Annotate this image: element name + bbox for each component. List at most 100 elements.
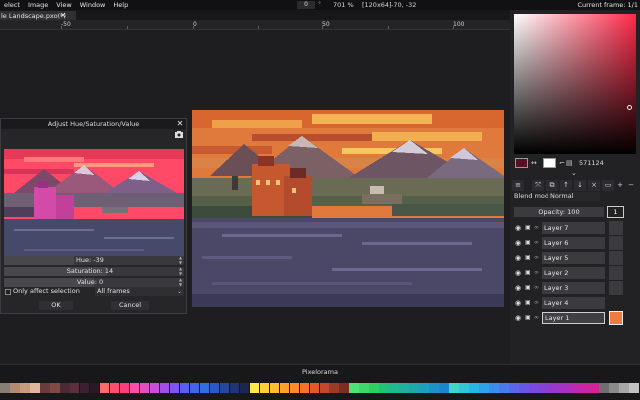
- visibility-icon[interactable]: ◉: [515, 224, 523, 232]
- move-down-icon[interactable]: ↓: [574, 180, 586, 191]
- visibility-icon[interactable]: ◉: [515, 284, 523, 292]
- palette-swatch[interactable]: [229, 383, 240, 393]
- palette-swatch[interactable]: [389, 383, 399, 393]
- layer-cel-thumbnail[interactable]: [609, 221, 623, 235]
- visibility-icon[interactable]: ◉: [515, 299, 523, 307]
- layer-cel-thumbnail[interactable]: [609, 266, 623, 280]
- palette-swatch[interactable]: [549, 383, 559, 393]
- palette-swatch[interactable]: [0, 383, 10, 393]
- palette-swatch[interactable]: [189, 383, 200, 393]
- only-affect-selection-checkbox[interactable]: [5, 289, 11, 295]
- link-icon[interactable]: ∞: [534, 239, 542, 247]
- menu-select[interactable]: elect: [0, 0, 24, 10]
- lock-icon[interactable]: ▣: [525, 224, 533, 232]
- palette-swatch[interactable]: [599, 383, 609, 393]
- hue-slider[interactable]: Hue: -39 ▲ ▼: [4, 255, 184, 265]
- palette-swatch[interactable]: [289, 383, 300, 393]
- hue-spin-icon[interactable]: ▲ ▼: [178, 255, 183, 265]
- blend-mode-select[interactable]: Normal: [548, 192, 600, 201]
- palette-swatch[interactable]: [179, 383, 190, 393]
- layer-cel-thumbnail[interactable]: [609, 311, 623, 325]
- layer-cel-thumbnail[interactable]: [609, 296, 623, 310]
- palette-swatch[interactable]: [359, 383, 370, 393]
- dialog-close-icon[interactable]: ✕: [175, 119, 185, 129]
- frame-number-header[interactable]: 1: [607, 206, 624, 218]
- rotation-input[interactable]: 0: [297, 1, 315, 9]
- tab-landscape[interactable]: le Landscape.pxo(*) ✕: [0, 11, 76, 20]
- layer-name[interactable]: Layer 5: [542, 252, 605, 264]
- link-icon[interactable]: ∞: [534, 284, 542, 292]
- link-icon[interactable]: ∞: [534, 299, 542, 307]
- palette-swatch[interactable]: [529, 383, 539, 393]
- palette-swatch[interactable]: [29, 383, 40, 393]
- layer-cel-thumbnail[interactable]: [609, 236, 623, 250]
- palette-swatch[interactable]: [619, 383, 629, 393]
- link-icon[interactable]: ∞: [534, 269, 542, 277]
- palette-swatch[interactable]: [309, 383, 320, 393]
- hex-value[interactable]: 571124: [579, 158, 604, 168]
- palette-swatch[interactable]: [9, 383, 20, 393]
- menu-image[interactable]: Image: [24, 0, 52, 10]
- frame-tools-icon[interactable]: ▭: [602, 180, 614, 191]
- palette-swatch[interactable]: [469, 383, 479, 393]
- palette-swatch[interactable]: [49, 383, 60, 393]
- palette-swatch[interactable]: [519, 383, 529, 393]
- color-mode-icon[interactable]: ▤: [566, 158, 573, 168]
- layer-name[interactable]: Layer 3: [542, 282, 605, 294]
- lock-icon[interactable]: ▣: [525, 254, 533, 262]
- menu-help[interactable]: Help: [109, 0, 132, 10]
- tab-close-icon[interactable]: ✕: [59, 11, 67, 20]
- ok-button[interactable]: OK: [39, 301, 73, 310]
- palette-swatch[interactable]: [219, 383, 230, 393]
- palette-swatch[interactable]: [59, 383, 70, 393]
- palette-swatch[interactable]: [419, 383, 429, 393]
- palette-swatch[interactable]: [349, 383, 360, 393]
- secondary-color-swatch[interactable]: [543, 158, 556, 168]
- palette-swatch[interactable]: [369, 383, 380, 393]
- layer-name[interactable]: Layer 1: [542, 312, 605, 324]
- saturation-spin-icon[interactable]: ▲ ▼: [178, 266, 183, 276]
- layer-row[interactable]: ◉ ▣ ∞ Layer 3: [514, 281, 636, 295]
- palette-swatch[interactable]: [159, 383, 170, 393]
- eyedropper-icon[interactable]: ⌐: [559, 158, 565, 168]
- layer-name[interactable]: Layer 4: [542, 297, 605, 309]
- visibility-icon[interactable]: ◉: [515, 269, 523, 277]
- palette-swatch[interactable]: [259, 383, 270, 393]
- palette-swatch[interactable]: [609, 383, 619, 393]
- palette-swatch[interactable]: [19, 383, 30, 393]
- layer-row[interactable]: ◉ ▣ ∞ Layer 7: [514, 221, 636, 235]
- lock-icon[interactable]: ▣: [525, 314, 533, 322]
- palette-swatch[interactable]: [129, 383, 140, 393]
- layer-row[interactable]: ◉ ▣ ∞ Layer 4: [514, 296, 636, 310]
- palette-swatch[interactable]: [239, 383, 250, 393]
- palette-swatch[interactable]: [249, 383, 260, 393]
- palette-swatch[interactable]: [579, 383, 589, 393]
- palette-swatch[interactable]: [109, 383, 120, 393]
- palette-swatch[interactable]: [569, 383, 579, 393]
- palette-swatch[interactable]: [629, 383, 639, 393]
- layer-name[interactable]: Layer 2: [542, 267, 605, 279]
- swap-colors-icon[interactable]: ↔: [531, 158, 537, 168]
- palette-swatch[interactable]: [99, 383, 110, 393]
- value-spin-icon[interactable]: ▲ ▼: [178, 277, 183, 287]
- palette-swatch[interactable]: [329, 383, 340, 393]
- visibility-icon[interactable]: ◉: [515, 254, 523, 262]
- palette-swatch[interactable]: [149, 383, 160, 393]
- palette-swatch[interactable]: [199, 383, 210, 393]
- palette-swatch[interactable]: [379, 383, 389, 393]
- link-icon[interactable]: ∞: [534, 224, 542, 232]
- opacity-slider[interactable]: Opacity: 100: [514, 207, 604, 217]
- layer-cel-thumbnail[interactable]: [609, 251, 623, 265]
- cancel-button[interactable]: Cancel: [111, 301, 149, 310]
- palette-swatch[interactable]: [539, 383, 549, 393]
- clone-layer-icon[interactable]: ⧉: [546, 180, 558, 191]
- layer-row-active[interactable]: ◉ ▣ ∞ Layer 1: [514, 311, 636, 325]
- primary-color-swatch[interactable]: [515, 158, 528, 168]
- menu-window[interactable]: Window: [76, 0, 110, 10]
- palette-swatch[interactable]: [169, 383, 180, 393]
- palette-swatch[interactable]: [339, 383, 350, 393]
- link-icon[interactable]: ∞: [534, 254, 542, 262]
- merge-layers-icon[interactable]: ⤧: [532, 180, 544, 191]
- palette-swatch[interactable]: [79, 383, 90, 393]
- layer-name[interactable]: Layer 6: [542, 237, 605, 249]
